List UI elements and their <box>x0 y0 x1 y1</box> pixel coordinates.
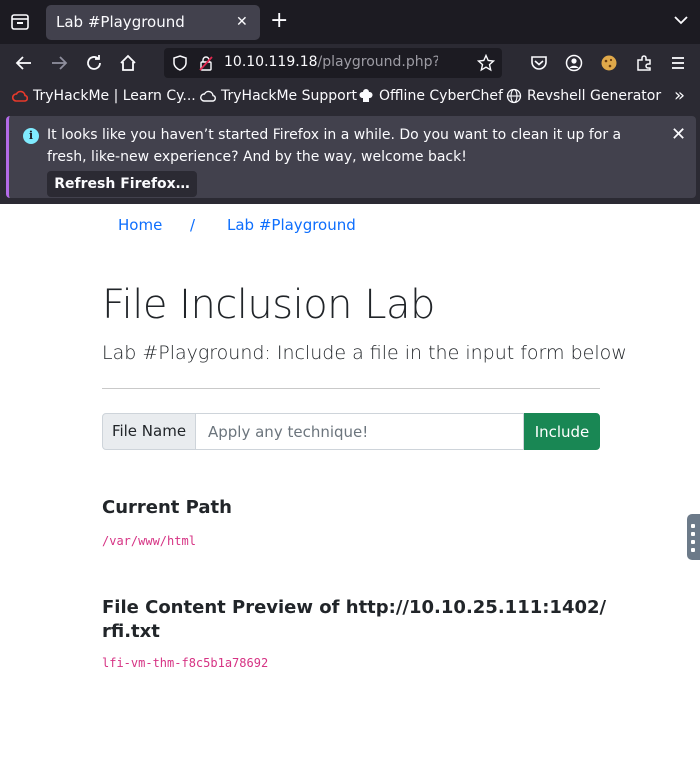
file-preview-url-line1: http://10.10.25.111:1402/ <box>345 597 607 618</box>
tryhackme-icon <box>12 88 28 104</box>
file-preview-url-line2: rfi.txt <box>102 621 160 642</box>
close-icon[interactable]: ✕ <box>671 124 686 145</box>
chevron-down-icon[interactable] <box>673 12 689 32</box>
current-path-value: /var/www/html <box>102 534 196 548</box>
tab-title: Lab #Playground <box>56 13 185 31</box>
breadcrumb-home-link[interactable]: Home <box>118 216 162 234</box>
account-icon[interactable] <box>564 53 584 73</box>
reload-icon[interactable] <box>84 53 104 73</box>
bookmarks-overflow-icon[interactable]: » <box>674 85 685 106</box>
divider <box>102 388 600 389</box>
bookmark-offline-cyberchef[interactable]: Offline CyberChef <box>358 88 503 104</box>
url-path: /playground.php?file=ht <box>317 54 438 70</box>
notification-box: i It looks like you haven’t started Fire… <box>6 116 696 198</box>
shield-icon[interactable] <box>170 53 190 73</box>
include-button[interactable]: Include <box>524 413 600 450</box>
close-tab-icon[interactable]: ✕ <box>236 14 248 30</box>
url-text[interactable]: 10.10.119.18/playground.php?file=ht <box>224 54 438 70</box>
tab-bar: Lab #Playground ✕ + <box>0 0 700 44</box>
bookmark-revshell-generator[interactable]: Revshell Generator <box>506 88 661 104</box>
firefox-view-icon[interactable] <box>10 12 30 32</box>
extensions-puzzle-icon[interactable] <box>634 53 654 73</box>
bookmark-star-icon[interactable] <box>476 53 496 73</box>
bookmark-tryhackme[interactable]: TryHackMe | Learn Cy... <box>12 88 196 104</box>
url-bar[interactable]: 10.10.119.18/playground.php?file=ht <box>164 48 502 78</box>
new-tab-button[interactable]: + <box>270 8 288 34</box>
file-preview-heading-prefix: File Content Preview of <box>102 597 346 618</box>
file-include-form: File Name Include <box>102 413 600 450</box>
globe-icon <box>506 88 522 104</box>
file-preview-content: lfi-vm-thm-f8c5b1a78692 <box>102 656 269 670</box>
refresh-firefox-button[interactable]: Refresh Firefox… <box>47 171 197 197</box>
back-arrow-icon[interactable] <box>14 53 34 73</box>
bookmark-label: Offline CyberChef <box>379 88 503 104</box>
pocket-icon[interactable] <box>529 53 549 73</box>
forward-arrow-icon[interactable] <box>49 53 69 73</box>
file-name-input[interactable] <box>196 413 524 450</box>
breadcrumb-separator: / <box>190 216 196 234</box>
notification-bar: i It looks like you haven’t started Fire… <box>0 112 700 204</box>
file-preview-heading: File Content Preview of http://10.10.25.… <box>102 596 606 644</box>
file-name-label: File Name <box>102 413 196 450</box>
bookmark-label: Revshell Generator <box>527 88 662 104</box>
support-cloud-icon <box>200 88 216 104</box>
bookmark-label: TryHackMe | Learn Cy... <box>33 88 196 104</box>
hamburger-menu-icon[interactable] <box>668 53 688 73</box>
info-icon: i <box>23 128 39 144</box>
insecure-lock-icon[interactable] <box>196 53 216 73</box>
page-title: File Inclusion Lab <box>102 282 435 328</box>
side-panel-handle[interactable] <box>687 514 700 560</box>
navigation-toolbar: 10.10.119.18/playground.php?file=ht <box>0 44 700 82</box>
home-icon[interactable] <box>118 53 138 73</box>
bookmark-label: TryHackMe Support <box>221 88 357 104</box>
cookie-extension-icon[interactable] <box>599 53 619 73</box>
active-tab[interactable]: Lab #Playground ✕ <box>46 5 260 40</box>
chef-icon <box>358 88 374 104</box>
notification-text: It looks like you haven’t started Firefo… <box>47 127 622 165</box>
url-host: 10.10.119.18 <box>224 54 318 70</box>
current-path-heading: Current Path <box>102 497 232 518</box>
bookmark-tryhackme-support[interactable]: TryHackMe Support <box>200 88 357 104</box>
page-subtitle: Lab #Playground: Include a file in the i… <box>102 342 627 364</box>
bookmarks-toolbar: TryHackMe | Learn Cy... TryHackMe Suppor… <box>0 82 700 112</box>
breadcrumb-current-link[interactable]: Lab #Playground <box>227 216 356 234</box>
page-content: Home / Lab #Playground File Inclusion La… <box>0 204 700 782</box>
